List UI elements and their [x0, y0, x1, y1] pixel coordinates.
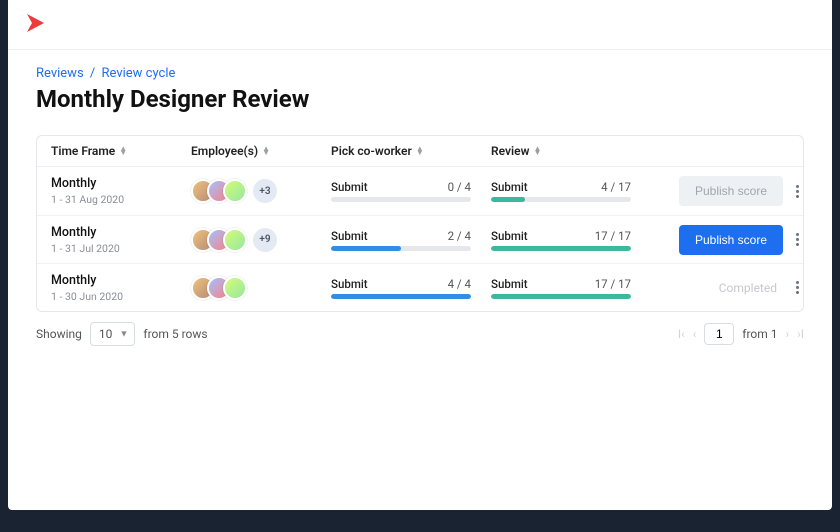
sort-icon: ▲▼: [533, 147, 541, 155]
app-logo: [24, 12, 50, 38]
table-body: Monthly 1 - 31 Aug 2020 +3 Submit 0 / 4 …: [37, 167, 803, 311]
breadcrumb-review-cycle[interactable]: Review cycle: [102, 66, 176, 81]
row-menu-icon[interactable]: [783, 281, 804, 294]
publish-score-button[interactable]: Publish score: [679, 225, 783, 255]
page-input[interactable]: [704, 323, 734, 345]
progress-bar: [331, 246, 471, 251]
from-rows-label: from 5 rows: [143, 327, 207, 341]
table-row: Monthly 1 - 30 Jun 2020 Submit 4 / 4 Sub…: [37, 263, 803, 311]
table-row: Monthly 1 - 31 Aug 2020 +3 Submit 0 / 4 …: [37, 167, 803, 215]
time-frame-cell: Monthly 1 - 31 Jul 2020: [51, 225, 191, 255]
pick-coworker-cell: Submit 0 / 4: [331, 180, 491, 202]
page-title: Monthly Designer Review: [36, 85, 804, 113]
avatar: [223, 228, 247, 252]
completed-label: Completed: [651, 281, 783, 295]
row-menu-icon[interactable]: [783, 233, 804, 246]
col-pick-coworker[interactable]: Pick co-worker ▲▼: [331, 144, 491, 158]
sort-icon: ▲▼: [119, 147, 127, 155]
next-page-icon[interactable]: ›: [786, 327, 790, 341]
pick-coworker-cell: Submit 4 / 4: [331, 277, 491, 299]
progress-fill: [331, 294, 471, 299]
table-row: Monthly 1 - 31 Jul 2020 +9 Submit 2 / 4 …: [37, 215, 803, 263]
progress-count: 2 / 4: [448, 229, 471, 243]
action-cell: Publish score: [651, 176, 783, 206]
breadcrumb-reviews[interactable]: Reviews: [36, 66, 84, 81]
chevron-down-icon: ▼: [119, 329, 128, 340]
col-review-label: Review: [491, 144, 529, 158]
breadcrumb-separator: /: [90, 66, 95, 81]
review-cell: Submit 17 / 17: [491, 277, 651, 299]
app-window: Reviews / Review cycle Monthly Designer …: [8, 0, 832, 510]
col-employees-label: Employee(s): [191, 144, 258, 158]
topbar: [8, 0, 832, 50]
progress-bar: [331, 294, 471, 299]
progress-label: Submit: [491, 277, 528, 291]
time-frame-cell: Monthly 1 - 31 Aug 2020: [51, 176, 191, 206]
progress-bar: [491, 197, 631, 202]
avatar-overflow-badge[interactable]: +9: [253, 228, 277, 252]
date-range: 1 - 30 Jun 2020: [51, 290, 191, 303]
col-time-frame[interactable]: Time Frame ▲▼: [51, 144, 191, 158]
reviews-table: Time Frame ▲▼ Employee(s) ▲▼ Pick co-wor…: [36, 135, 804, 312]
from-total-label: from 1: [742, 327, 777, 341]
pagination-right: I‹ ‹ from 1 › ›I: [678, 323, 804, 345]
action-cell: Completed: [651, 281, 783, 295]
time-frame-cell: Monthly 1 - 30 Jun 2020: [51, 273, 191, 303]
pagination-left: Showing 10 ▼ from 5 rows: [36, 322, 208, 346]
breadcrumb: Reviews / Review cycle: [36, 66, 804, 81]
sort-icon: ▲▼: [416, 147, 424, 155]
publish-score-button: Publish score: [679, 176, 783, 206]
col-pick-coworker-label: Pick co-worker: [331, 144, 412, 158]
first-page-icon[interactable]: I‹: [678, 327, 685, 341]
period-label: Monthly: [51, 225, 191, 240]
employees-cell: +3: [191, 179, 331, 203]
pagination: Showing 10 ▼ from 5 rows I‹ ‹ from 1 › ›…: [36, 322, 804, 346]
page-size-value: 10: [99, 327, 113, 341]
progress-label: Submit: [331, 229, 368, 243]
progress-count: 4 / 4: [448, 277, 471, 291]
last-page-icon[interactable]: ›I: [797, 327, 804, 341]
avatar: [223, 276, 247, 300]
progress-bar: [491, 246, 631, 251]
col-employees[interactable]: Employee(s) ▲▼: [191, 144, 331, 158]
progress-count: 0 / 4: [448, 180, 471, 194]
review-cell: Submit 4 / 17: [491, 180, 651, 202]
date-range: 1 - 31 Jul 2020: [51, 242, 191, 255]
page-content: Reviews / Review cycle Monthly Designer …: [8, 50, 832, 362]
progress-fill: [491, 246, 631, 251]
avatar: [223, 179, 247, 203]
employees-cell: +9: [191, 228, 331, 252]
date-range: 1 - 31 Aug 2020: [51, 193, 191, 206]
sort-icon: ▲▼: [262, 147, 270, 155]
showing-label: Showing: [36, 327, 82, 341]
progress-bar: [491, 294, 631, 299]
progress-fill: [491, 294, 631, 299]
avatar-overflow-badge[interactable]: +3: [253, 179, 277, 203]
progress-count: 17 / 17: [595, 229, 631, 243]
progress-fill: [331, 246, 401, 251]
progress-label: Submit: [331, 180, 368, 194]
progress-label: Submit: [331, 277, 368, 291]
pick-coworker-cell: Submit 2 / 4: [331, 229, 491, 251]
period-label: Monthly: [51, 176, 191, 191]
page-size-select[interactable]: 10 ▼: [90, 322, 136, 346]
employees-cell: [191, 276, 331, 300]
col-review[interactable]: Review ▲▼: [491, 144, 651, 158]
table-header: Time Frame ▲▼ Employee(s) ▲▼ Pick co-wor…: [37, 136, 803, 167]
progress-label: Submit: [491, 180, 528, 194]
period-label: Monthly: [51, 273, 191, 288]
action-cell: Publish score: [651, 225, 783, 255]
col-time-frame-label: Time Frame: [51, 144, 115, 158]
row-menu-icon[interactable]: [783, 185, 804, 198]
progress-label: Submit: [491, 229, 528, 243]
review-cell: Submit 17 / 17: [491, 229, 651, 251]
progress-bar: [331, 197, 471, 202]
progress-fill: [491, 197, 525, 202]
prev-page-icon[interactable]: ‹: [693, 327, 697, 341]
progress-count: 17 / 17: [595, 277, 631, 291]
progress-count: 4 / 17: [601, 180, 631, 194]
